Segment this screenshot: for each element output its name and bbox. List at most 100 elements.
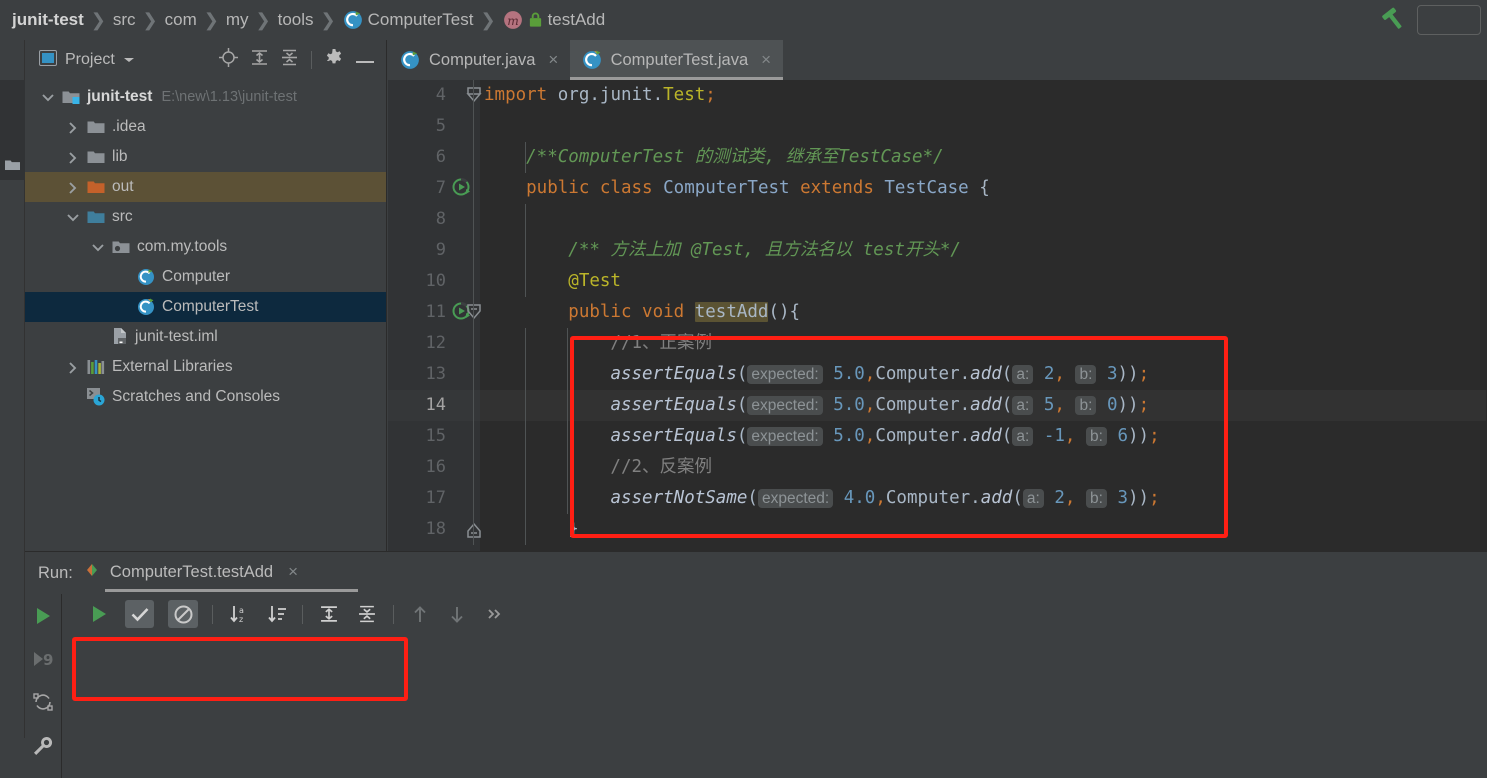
svg-text:9: 9 (43, 651, 53, 669)
gutter-divider (473, 452, 474, 483)
code-line-5[interactable]: 5 (388, 111, 1487, 142)
locate-icon[interactable] (219, 48, 238, 72)
project-tree-item-computer[interactable]: Computer (25, 262, 386, 292)
project-tree-item-out[interactable]: out (25, 172, 386, 202)
expand-all-icon[interactable] (251, 49, 268, 71)
breadcrumb-item-testadd[interactable]: m testAdd (503, 10, 605, 30)
line-number: 13 (425, 364, 446, 384)
project-tree-item-junit-test[interactable]: junit-test E:\new\1.13\junit-test (25, 82, 386, 112)
run-configuration-tab[interactable]: ComputerTest.testAdd × (83, 562, 358, 592)
fold-marker-fold-end[interactable] (466, 520, 482, 539)
code-line-17[interactable]: 17 assertNotSame(expected: 4.0,Computer.… (388, 483, 1487, 514)
project-tree-item-junit-test.iml[interactable]: junit-test.iml (25, 322, 386, 352)
code-token: { (968, 178, 990, 198)
code-token: public class (484, 178, 664, 198)
code-line-16[interactable]: 16 //2、反案例 (388, 452, 1487, 483)
breadcrumb-separator: ❯ (90, 9, 106, 30)
code-line-12[interactable]: 12 //1、正案例 (388, 328, 1487, 359)
editor-tab-bar: Computer.java × ComputerTest.java × (388, 40, 1487, 80)
run-test-icon[interactable] (452, 178, 472, 198)
project-tree-item-lib[interactable]: lib (25, 142, 386, 172)
parameter-hint: expected: (747, 396, 823, 415)
chevron-down-icon[interactable] (123, 51, 135, 69)
project-tree-item-scratches-and-consoles[interactable]: Scratches and Consoles (25, 382, 386, 412)
fold-marker-fold-start[interactable] (466, 86, 482, 105)
line-number: 8 (435, 209, 446, 229)
code-line-11[interactable]: 11 public void testAdd(){ (388, 297, 1487, 328)
code-line-13[interactable]: 13 assertEquals(expected: 5.0,Computer.a… (388, 359, 1487, 390)
code-line-8[interactable]: 8 (388, 204, 1487, 235)
breadcrumb-item-com[interactable]: com (165, 10, 197, 30)
editor-tab-computertest-java[interactable]: ComputerTest.java × (569, 40, 784, 80)
folder-icon[interactable] (5, 158, 20, 170)
chevron-right-icon[interactable] (66, 181, 79, 194)
breadcrumb-item-src[interactable]: src (113, 10, 136, 30)
rerun-auto-icon[interactable] (32, 692, 54, 717)
breadcrumb-item-junit-test[interactable]: junit-test (12, 10, 84, 30)
breadcrumb-item-tools[interactable]: tools (278, 10, 314, 30)
project-tree-item-computertest[interactable]: ComputerTest (25, 292, 386, 322)
next-failed-icon[interactable] (446, 602, 470, 626)
project-panel-title-group[interactable]: Project (39, 49, 135, 71)
chevron-down-icon[interactable] (91, 241, 104, 254)
hammer-icon[interactable] (1381, 7, 1407, 33)
line-number: 5 (435, 116, 446, 136)
code-line-14[interactable]: 14 assertEquals(expected: 5.0,Computer.a… (388, 390, 1487, 421)
code-line-10[interactable]: 10 @Test (388, 266, 1487, 297)
hide-ignored-icon[interactable] (168, 600, 198, 628)
gutter-divider (473, 483, 474, 514)
settings-wrench-icon[interactable] (32, 735, 54, 762)
close-icon[interactable]: × (288, 562, 298, 582)
more-icon[interactable] (483, 602, 507, 626)
chevron-right-icon[interactable] (66, 361, 79, 374)
code-token: import (484, 85, 558, 105)
project-tree-item-.idea[interactable]: .idea (25, 112, 386, 142)
code-token: org.junit. (557, 85, 664, 105)
show-passed-icon[interactable] (124, 600, 155, 628)
run-tool-window: Run: ComputerTest.testAdd × 9 a z (25, 551, 1487, 778)
chevron-right-icon[interactable] (66, 151, 79, 164)
rerun-failed-icon[interactable]: 9 (32, 649, 54, 674)
close-icon[interactable]: × (761, 50, 771, 70)
code-token: ( (747, 488, 758, 508)
run-label: Run: (38, 563, 73, 582)
parameter-hint: b: (1085, 427, 1107, 446)
project-tree-item-src[interactable]: src (25, 202, 386, 232)
chevron-right-icon[interactable] (66, 121, 79, 134)
project-tree-item-com.my.tools[interactable]: com.my.tools (25, 232, 386, 262)
code-line-4[interactable]: 4 import org.junit.Test; (388, 80, 1487, 111)
code-line-6[interactable]: 6 /**ComputerTest 的测试类, 继承至TestCase*/ (388, 142, 1487, 173)
svg-text:m: m (507, 14, 519, 28)
search-input[interactable] (1417, 5, 1481, 35)
code-text: /** 方法上加 @Test, 且方法名以 test开头*/ (484, 235, 961, 266)
editor-tab-computer-java[interactable]: Computer.java × (388, 40, 570, 80)
libraries-icon (87, 359, 105, 375)
java-class-icon (343, 10, 363, 30)
run-icon[interactable] (33, 606, 53, 631)
chevron-down-icon[interactable] (41, 91, 54, 104)
breadcrumb-item-my[interactable]: my (226, 10, 249, 30)
breadcrumb-item-computertest[interactable]: ComputerTest (343, 10, 473, 30)
collapse-all-icon[interactable] (281, 49, 298, 71)
close-icon[interactable]: × (548, 50, 558, 70)
prev-failed-icon[interactable] (408, 602, 432, 626)
expand-all-icon[interactable] (317, 602, 341, 626)
project-tree-item-external-libraries[interactable]: External Libraries (25, 352, 386, 382)
hide-icon[interactable] (356, 51, 374, 69)
code-line-7[interactable]: 7 public class ComputerTest extends Test… (388, 173, 1487, 204)
code-line-9[interactable]: 9 /** 方法上加 @Test, 且方法名以 test开头*/ (388, 235, 1487, 266)
rerun-icon[interactable] (87, 602, 111, 626)
sort-alpha-icon[interactable]: az (227, 602, 251, 626)
sort-duration-icon[interactable] (265, 602, 289, 626)
parameter-hint: a: (1012, 396, 1034, 415)
fold-marker-fold-collapse[interactable] (466, 303, 482, 322)
collapse-all-icon[interactable] (355, 602, 379, 626)
settings-icon[interactable] (325, 48, 343, 72)
code-line-18[interactable]: 18 } (388, 514, 1487, 545)
code-line-15[interactable]: 15 assertEquals(expected: 5.0,Computer.a… (388, 421, 1487, 452)
code-editor[interactable]: 4 import org.junit.Test; 5 6 /**ComputerTes… (388, 80, 1487, 551)
chevron-down-icon[interactable] (66, 211, 79, 224)
